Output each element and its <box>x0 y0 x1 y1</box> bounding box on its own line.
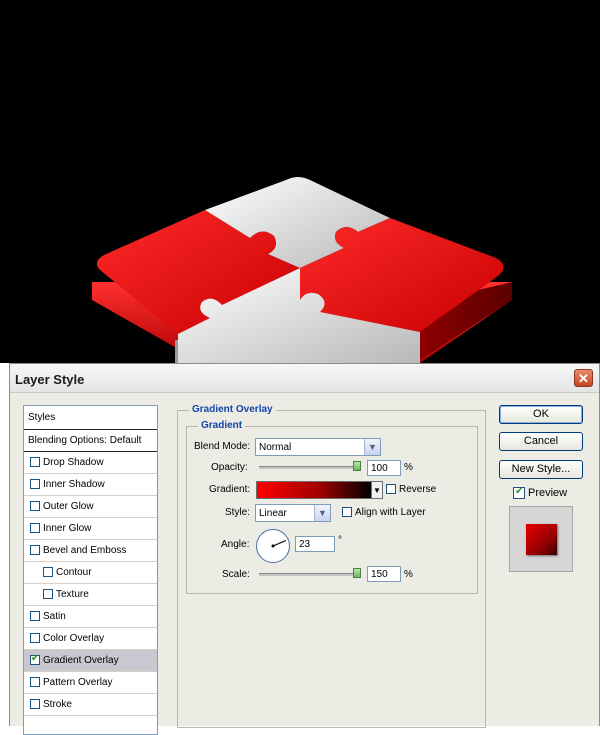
opacity-percent-sign: % <box>404 462 413 473</box>
style-item-texture[interactable]: Texture <box>24 584 157 606</box>
style-item-color-overlay[interactable]: Color Overlay <box>24 628 157 650</box>
opacity-value: 100 <box>371 463 388 474</box>
blending-options-label: Blending Options: Default <box>28 435 142 446</box>
new-style-button[interactable]: New Style... <box>499 460 583 479</box>
style-item-contour[interactable]: Contour <box>24 562 157 584</box>
stroke-label: Stroke <box>43 699 72 710</box>
preview-checkbox[interactable] <box>513 486 525 499</box>
opacity-input[interactable]: 100 <box>367 460 401 476</box>
scale-value: 150 <box>371 569 388 580</box>
satin-checkbox[interactable] <box>30 611 40 621</box>
gradient-overlay-checkbox[interactable] <box>30 653 40 665</box>
close-button[interactable]: ✕ <box>574 369 593 387</box>
style-item-bevel-and-emboss[interactable]: Bevel and Emboss <box>24 540 157 562</box>
style-item-drop-shadow[interactable]: Drop Shadow <box>24 452 157 474</box>
gradient-overlay-label: Gradient Overlay <box>43 655 119 666</box>
drop-shadow-label: Drop Shadow <box>43 457 104 468</box>
gradient-group-title: Gradient <box>198 420 246 431</box>
chevron-down-icon: ▼ <box>314 505 330 521</box>
stroke-checkbox[interactable] <box>30 699 40 709</box>
reverse-label: Reverse <box>399 484 437 495</box>
style-item-satin[interactable]: Satin <box>24 606 157 628</box>
color-overlay-label: Color Overlay <box>43 633 105 644</box>
style-item-stroke[interactable]: Stroke <box>24 694 157 716</box>
satin-label: Satin <box>43 611 66 622</box>
angle-input[interactable]: 23 <box>295 536 335 552</box>
document-canvas <box>0 0 600 363</box>
preview-swatch <box>526 524 557 555</box>
align-with-layer-checkbox[interactable] <box>342 507 352 517</box>
styles-header-label: Styles <box>28 412 56 423</box>
texture-label: Texture <box>56 589 89 600</box>
degree-sign: ° <box>338 535 342 546</box>
scale-percent-sign: % <box>404 569 413 580</box>
bevel-and-emboss-checkbox[interactable] <box>30 545 40 555</box>
angle-needle-icon <box>271 540 287 548</box>
styles-header[interactable]: Styles <box>24 406 157 430</box>
cancel-button[interactable]: Cancel <box>499 432 583 451</box>
puzzle-artwork <box>0 0 600 363</box>
opacity-label: Opacity: <box>211 462 248 473</box>
pattern-overlay-checkbox[interactable] <box>30 677 40 687</box>
drop-shadow-checkbox[interactable] <box>30 457 40 467</box>
scale-slider-thumb[interactable] <box>353 568 361 578</box>
chevron-down-icon: ▼ <box>364 439 380 455</box>
blend-mode-label: Blend Mode: <box>194 441 251 452</box>
style-label: Style: <box>225 507 251 518</box>
inner-shadow-checkbox[interactable] <box>30 479 40 489</box>
contour-checkbox[interactable] <box>43 567 53 577</box>
blend-mode-value: Normal <box>259 442 292 453</box>
opacity-slider-thumb[interactable] <box>353 461 361 471</box>
outer-glow-label: Outer Glow <box>43 501 94 512</box>
pattern-overlay-label: Pattern Overlay <box>43 677 113 688</box>
scale-input[interactable]: 150 <box>367 566 401 582</box>
inner-glow-label: Inner Glow <box>43 523 92 534</box>
inner-glow-checkbox[interactable] <box>30 523 40 533</box>
style-item-gradient-overlay[interactable]: Gradient Overlay <box>24 650 157 672</box>
style-value: Linear <box>259 508 287 519</box>
blend-mode-select[interactable]: Normal ▼ <box>255 438 381 456</box>
style-item-outer-glow[interactable]: Outer Glow <box>24 496 157 518</box>
style-item-inner-shadow[interactable]: Inner Shadow <box>24 474 157 496</box>
styles-list: Styles Blending Options: Default Drop Sh… <box>23 405 158 735</box>
scale-label: Scale: <box>222 569 250 580</box>
opacity-slider-track[interactable] <box>259 466 359 469</box>
angle-value: 23 <box>299 539 311 550</box>
layer-style-dialog: Layer Style ✕ Styles Blending Options: D… <box>9 363 600 735</box>
gradient-swatch[interactable] <box>256 481 372 499</box>
style-preview <box>509 506 573 572</box>
ok-button[interactable]: OK <box>499 405 583 424</box>
reverse-checkbox[interactable] <box>386 484 396 494</box>
blending-options-item[interactable]: Blending Options: Default <box>24 430 157 452</box>
color-overlay-checkbox[interactable] <box>30 633 40 643</box>
close-icon: ✕ <box>578 371 589 386</box>
outer-glow-checkbox[interactable] <box>30 501 40 511</box>
angle-dial[interactable] <box>256 529 290 563</box>
gradient-overlay-title: Gradient Overlay <box>189 404 276 415</box>
align-with-layer-label: Align with Layer <box>355 507 426 518</box>
inner-shadow-label: Inner Shadow <box>43 479 105 490</box>
scale-slider-track[interactable] <box>259 573 359 576</box>
texture-checkbox[interactable] <box>43 589 53 599</box>
dialog-titlebar[interactable]: Layer Style ✕ <box>10 364 599 393</box>
style-item-inner-glow[interactable]: Inner Glow <box>24 518 157 540</box>
dialog-title: Layer Style <box>15 372 85 387</box>
gradient-picker-arrow-icon[interactable]: ▼ <box>372 481 383 499</box>
angle-label: Angle: <box>221 539 250 550</box>
style-item-pattern-overlay[interactable]: Pattern Overlay <box>24 672 157 694</box>
style-select[interactable]: Linear ▼ <box>255 504 331 522</box>
gradient-label: Gradient: <box>209 484 251 495</box>
bevel-and-emboss-label: Bevel and Emboss <box>43 545 127 556</box>
preview-label: Preview <box>528 487 568 499</box>
contour-label: Contour <box>56 567 92 578</box>
